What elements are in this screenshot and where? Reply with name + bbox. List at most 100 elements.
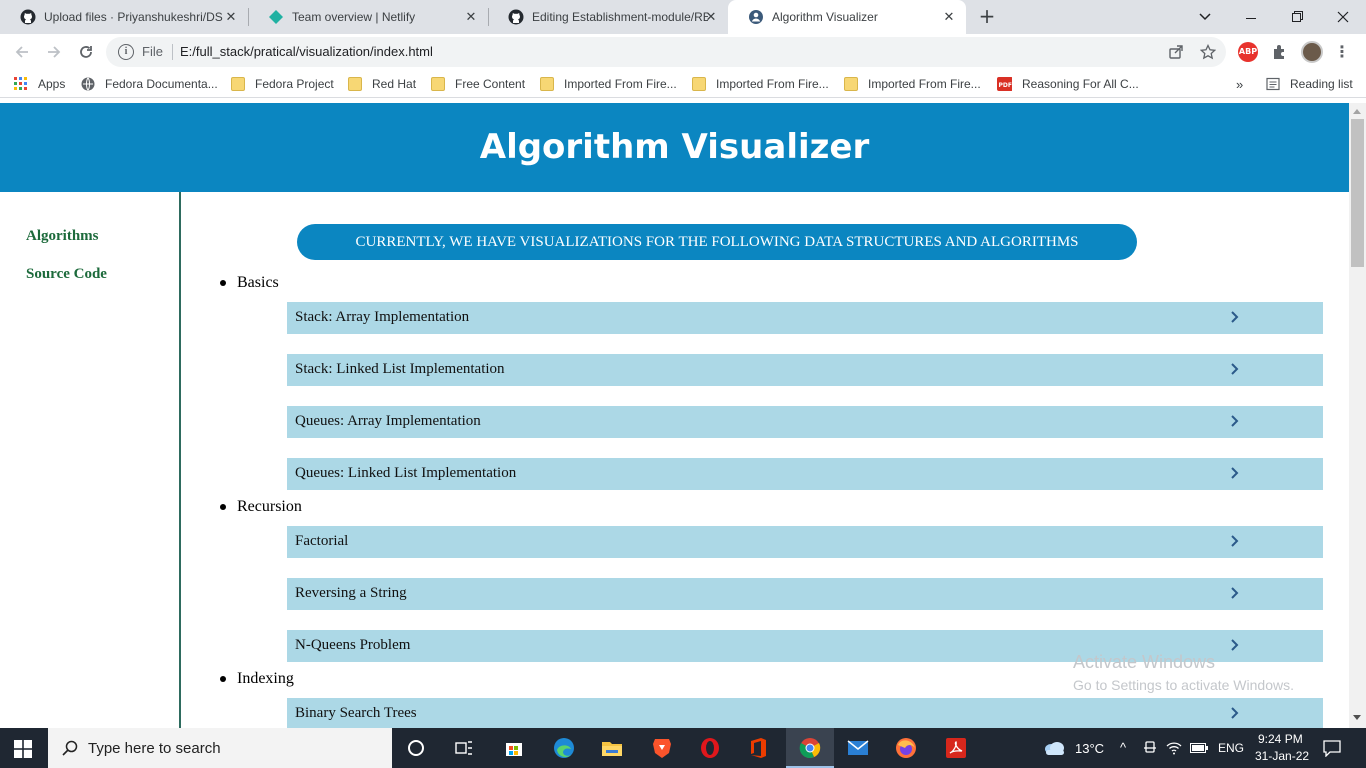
battery-icon[interactable] <box>1188 736 1210 760</box>
algorithm-item-stack-array[interactable]: Stack: Array Implementation <box>287 302 1323 334</box>
github-icon <box>20 9 36 25</box>
address-divider <box>172 44 173 60</box>
menu-kebab-icon[interactable]: ⋮ <box>1332 42 1352 62</box>
algorithm-item-queues-linked-list[interactable]: Queues: Linked List Implementation <box>287 458 1323 490</box>
algorithm-label: Reversing a String <box>295 585 407 601</box>
bookmark-imported-2[interactable]: Imported From Fire... <box>692 76 829 92</box>
netlify-icon <box>268 9 284 25</box>
brave-browser-icon[interactable] <box>650 736 674 760</box>
tab-editing-establishment[interactable]: Editing Establishment-module/RE ✕ <box>488 0 728 34</box>
algorithm-item-binary-search-trees[interactable]: Binary Search Trees <box>287 698 1323 728</box>
sidebar-link-algorithms[interactable]: Algorithms <box>26 228 99 245</box>
category-label: Indexing <box>237 670 294 687</box>
bookmarks-overflow-chevron-icon[interactable]: » <box>1236 76 1243 92</box>
scroll-up-arrow-icon[interactable] <box>1353 109 1361 114</box>
activation-watermark-title: Activate Windows <box>1073 652 1216 672</box>
weather-temperature: 13°C <box>1075 741 1105 756</box>
page-scrollbar[interactable] <box>1349 103 1366 728</box>
windows-start-icon[interactable] <box>14 740 32 758</box>
algorithm-item-reversing-string[interactable]: Reversing a String <box>287 578 1323 610</box>
office-icon[interactable] <box>746 736 770 760</box>
info-icon[interactable]: i <box>118 44 134 60</box>
back-arrow-icon[interactable] <box>10 40 34 64</box>
taskbar-search-box[interactable]: Type here to search <box>48 728 392 768</box>
minimize-button[interactable] <box>1228 0 1274 34</box>
reload-icon[interactable] <box>74 40 98 64</box>
close-icon[interactable]: ✕ <box>464 10 478 24</box>
new-tab-button[interactable]: + <box>976 6 998 28</box>
algorithm-item-queues-array[interactable]: Queues: Array Implementation <box>287 406 1323 438</box>
algorithm-item-factorial[interactable]: Factorial <box>287 526 1323 558</box>
url-text[interactable]: E:/full_stack/pratical/visualization/ind… <box>180 44 433 59</box>
bookmark-label: Imported From Fire... <box>564 77 677 91</box>
file-explorer-icon[interactable] <box>600 736 624 760</box>
acrobat-reader-icon[interactable] <box>944 736 968 760</box>
weather-cloud-icon[interactable] <box>1042 736 1066 760</box>
mail-icon[interactable] <box>846 736 870 760</box>
algorithm-label: N-Queens Problem <box>295 637 411 653</box>
profile-avatar[interactable] <box>1301 41 1323 63</box>
bookmark-free-content[interactable]: Free Content <box>431 76 525 92</box>
chevron-right-icon <box>1231 535 1239 547</box>
category-label: Basics <box>237 274 279 291</box>
tab-algorithm-visualizer[interactable]: Algorithm Visualizer ✕ <box>728 0 966 34</box>
bookmark-reasoning-pdf[interactable]: PDF Reasoning For All C... <box>996 76 1139 92</box>
bookmark-imported-1[interactable]: Imported From Fire... <box>540 76 677 92</box>
bullet-icon <box>220 504 226 510</box>
scroll-down-arrow-icon[interactable] <box>1353 715 1361 720</box>
tab-upload-files[interactable]: Upload files · Priyanshukeshri/DS ✕ <box>0 0 248 34</box>
reading-list-button[interactable]: Reading list <box>1266 76 1353 92</box>
close-icon[interactable]: ✕ <box>224 10 238 24</box>
bookmark-fedora-docs[interactable]: Fedora Documenta... <box>81 76 218 92</box>
algorithm-label: Factorial <box>295 533 349 549</box>
intro-banner: CURRENTLY, WE HAVE VISUALIZATIONS FOR TH… <box>297 224 1137 260</box>
notifications-icon[interactable] <box>1320 736 1344 760</box>
bookmark-apps[interactable]: Apps <box>14 76 65 92</box>
scheme-label: File <box>142 44 163 59</box>
chevron-right-icon <box>1231 311 1239 323</box>
restore-button[interactable] <box>1274 0 1320 34</box>
wifi-icon[interactable] <box>1164 736 1184 760</box>
forward-arrow-icon[interactable] <box>42 40 66 64</box>
bookmark-red-hat[interactable]: Red Hat <box>348 76 416 92</box>
sidebar-link-source-code[interactable]: Source Code <box>26 266 107 283</box>
apps-grid-icon <box>14 77 27 90</box>
edge-browser-icon[interactable] <box>552 736 576 760</box>
svg-text:PDF: PDF <box>999 82 1012 89</box>
scrollbar-thumb[interactable] <box>1351 119 1364 267</box>
algorithm-item-stack-linked-list[interactable]: Stack: Linked List Implementation <box>287 354 1323 386</box>
address-bar[interactable]: i File E:/full_stack/pratical/visualizat… <box>106 37 1226 67</box>
folder-icon <box>431 77 445 91</box>
chevron-right-icon <box>1231 587 1239 599</box>
extensions-puzzle-icon[interactable] <box>1270 42 1290 62</box>
folder-icon <box>844 77 858 91</box>
bookmark-label: Red Hat <box>372 77 417 91</box>
input-language[interactable]: ENG <box>1218 741 1244 755</box>
adblock-plus-icon[interactable]: ABP <box>1238 42 1258 62</box>
bullet-icon <box>220 280 226 286</box>
chevron-right-icon <box>1231 415 1239 427</box>
close-icon[interactable]: ✕ <box>942 10 956 24</box>
algorithm-label: Queues: Linked List Implementation <box>295 465 517 481</box>
clock-time[interactable]: 9:24 PM <box>1258 732 1303 746</box>
tab-search-chevron-icon[interactable] <box>1182 0 1228 34</box>
windows-taskbar: Type here to search 13°C ^ ENG 9:24 PM 3… <box>0 728 1366 768</box>
close-window-button[interactable] <box>1320 0 1366 34</box>
bookmark-star-icon[interactable] <box>1198 42 1218 62</box>
chevron-right-icon <box>1231 639 1239 651</box>
bookmark-label: Reasoning For All C... <box>1022 77 1139 91</box>
meet-now-icon[interactable] <box>1140 736 1160 760</box>
tray-chevron-up-icon[interactable]: ^ <box>1120 740 1126 755</box>
task-view-icon[interactable] <box>452 736 476 760</box>
chrome-browser-icon[interactable] <box>798 736 822 760</box>
bookmark-imported-3[interactable]: Imported From Fire... <box>844 76 981 92</box>
microsoft-store-icon[interactable] <box>502 736 526 760</box>
cortana-icon[interactable] <box>404 736 428 760</box>
opera-browser-icon[interactable] <box>698 736 722 760</box>
bookmark-fedora-project[interactable]: Fedora Project <box>231 76 334 92</box>
clock-date[interactable]: 31-Jan-22 <box>1255 749 1309 763</box>
tab-netlify[interactable]: Team overview | Netlify ✕ <box>248 0 488 34</box>
share-icon[interactable] <box>1166 42 1186 62</box>
close-icon[interactable]: ✕ <box>704 10 718 24</box>
firefox-browser-icon[interactable] <box>894 736 918 760</box>
